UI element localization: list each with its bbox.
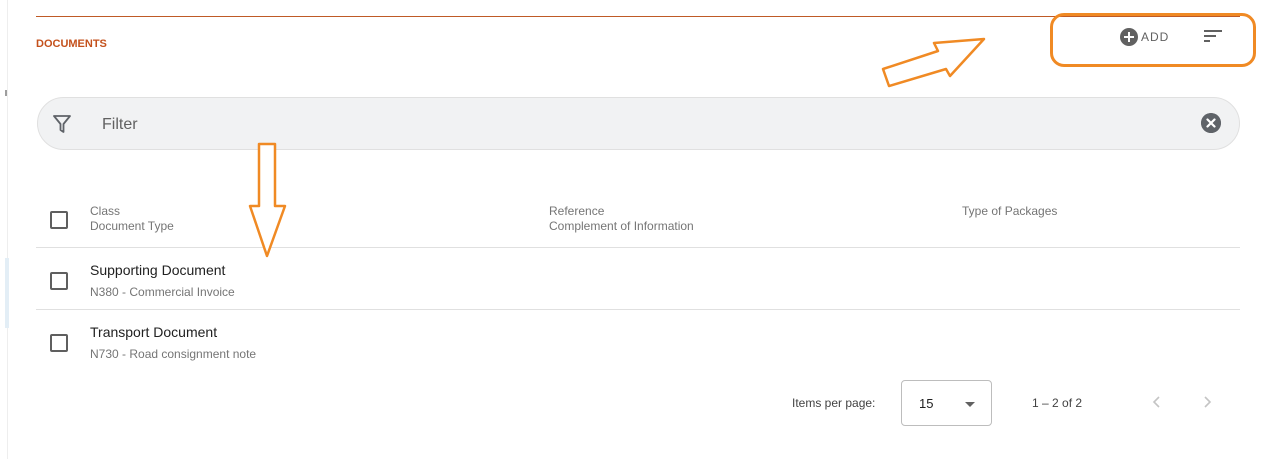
annotation-arrow-right-icon	[881, 37, 986, 88]
side-panel-edge	[7, 0, 8, 459]
row-subtitle: N730 - Road consignment note	[90, 347, 257, 361]
column-header-primary: Class	[90, 204, 121, 218]
clear-circle-icon[interactable]	[1201, 113, 1221, 133]
plus-circle-icon	[1120, 28, 1138, 46]
row-divider	[36, 309, 1240, 310]
add-button[interactable]: ADD	[1120, 26, 1169, 48]
filter-bar	[37, 97, 1240, 150]
filter-input[interactable]	[100, 111, 1184, 139]
row-checkbox[interactable]	[50, 272, 68, 290]
side-panel-highlight	[5, 258, 9, 328]
chevron-left-icon[interactable]	[1147, 392, 1167, 412]
column-header-class: Class Document Type	[90, 204, 174, 234]
column-header-primary: Type of Packages	[962, 204, 1058, 218]
sort-icon[interactable]	[1203, 28, 1223, 44]
header-divider	[36, 247, 1240, 248]
column-header-secondary: Document Type	[90, 219, 174, 233]
chevron-down-icon	[965, 402, 975, 407]
add-button-label: ADD	[1141, 30, 1170, 44]
funnel-icon	[53, 115, 71, 133]
section-title: DOCUMENTS	[36, 38, 107, 50]
annotation-arrow-down-icon	[248, 142, 287, 258]
page-range-label: 1 – 2 of 2	[1032, 396, 1083, 410]
chevron-right-icon[interactable]	[1197, 392, 1217, 412]
page-size-select[interactable]: 15	[901, 380, 992, 426]
items-per-page-label: Items per page:	[792, 396, 876, 410]
row-title: Transport Document	[90, 324, 218, 340]
column-header-type-of-packages: Type of Packages	[962, 204, 1057, 219]
row-title: Supporting Document	[90, 262, 226, 278]
select-all-checkbox[interactable]	[50, 211, 68, 229]
side-panel-marker	[5, 90, 7, 96]
column-header-secondary: Complement of Information	[549, 219, 694, 233]
page-size-value: 15	[919, 396, 934, 411]
column-header-primary: Reference	[549, 204, 605, 218]
row-subtitle: N380 - Commercial Invoice	[90, 285, 235, 299]
column-header-reference: Reference Complement of Information	[549, 204, 694, 234]
row-checkbox[interactable]	[50, 334, 68, 352]
